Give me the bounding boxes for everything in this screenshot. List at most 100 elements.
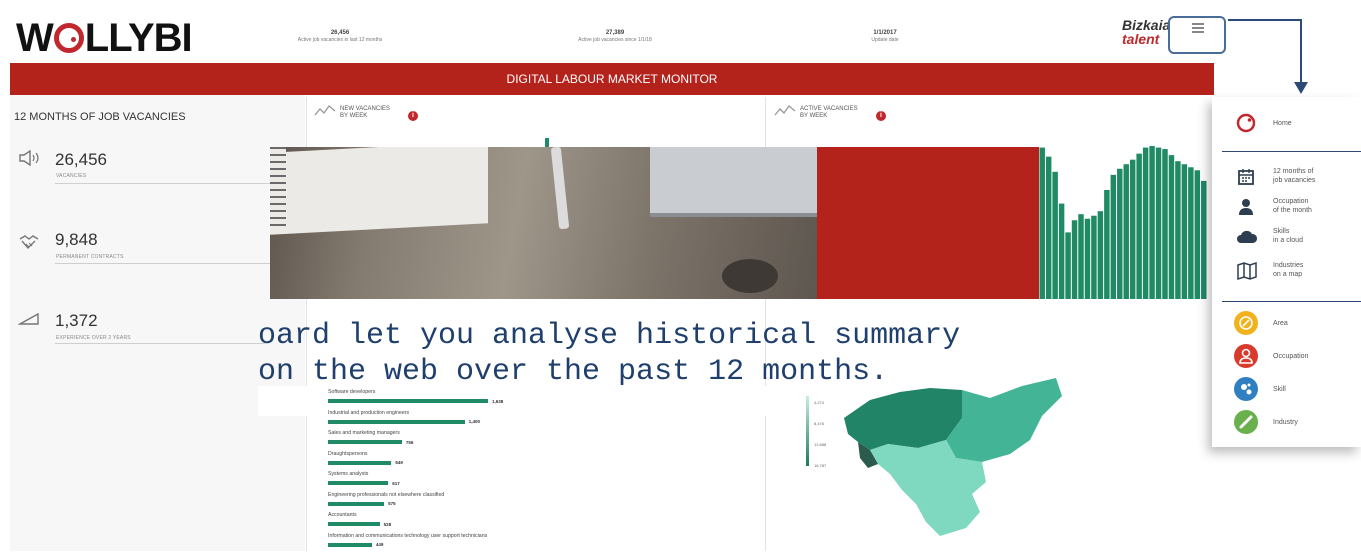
active-vacancy-bar[interactable] [1168,155,1175,299]
active-vacancy-bar[interactable] [1058,203,1065,299]
wollybi-logo[interactable]: W LLYBI [16,14,193,62]
coffee-cup-shape [722,259,778,293]
trend-icon [314,104,336,122]
active-vacancy-bar[interactable] [1201,180,1207,299]
active-vacancies-svg [1039,146,1207,299]
bizkaia-talent-logo: Bizkaia talent [1122,18,1170,46]
occupation-bar-label: Information and communications technolog… [328,532,488,539]
stat-value: 27,389 [605,30,625,36]
stat-value: 1/1/2017 [873,30,897,36]
stat-label: Active job vacancies in last 12 months [297,37,383,43]
occupation-bar[interactable] [328,440,402,444]
navigation-menu: Home 12 months of job vacancies Occupati… [1212,97,1361,447]
active-vacancy-bar[interactable] [1162,149,1168,299]
legend-label: 8,476 [814,421,825,426]
top-occupations-chart: Software developers 1,638 Industrial and p… [328,389,758,551]
occupation-bar[interactable] [328,522,380,526]
annotation-arrow-head-icon [1294,82,1308,94]
menu-item-label: Area [1273,320,1288,327]
megaphone-icon [18,149,40,171]
active-vacancy-bar[interactable] [1097,211,1104,299]
menu-item-label: 12 months of job vacancies [1273,168,1316,184]
info-icon[interactable]: i [876,111,886,121]
active-vacancy-bar[interactable] [1052,171,1058,299]
active-vacancy-bar[interactable] [1091,215,1097,299]
person-icon [1236,197,1256,217]
map-region-mid [946,378,1062,462]
legend-label: 16,787 [814,463,827,468]
active-vacancy-bar[interactable] [1071,220,1078,299]
menu-divider [1222,301,1361,302]
menu-item-skill[interactable]: Skill [1212,375,1361,403]
occupation-bar[interactable] [328,460,392,465]
menu-item-label: Occupation [1273,353,1309,360]
annotation-arrow-line [1228,19,1302,21]
menu-item-industry[interactable]: Industry [1212,408,1361,436]
active-vacancy-bar[interactable] [1129,159,1136,299]
logo-text-start: W [16,16,54,60]
occupation-bar[interactable] [328,501,385,506]
panel-title-line: BY WEEK [800,113,828,119]
kpi-value-permanent-contracts: 9,848 [55,230,98,249]
active-vacancy-bar[interactable] [1039,147,1045,299]
info-icon[interactable]: i [408,111,418,121]
active-vacancy-bar[interactable] [1142,147,1149,299]
kpi-label-permanent-contracts: PERMANENT CONTRACTS [56,254,124,260]
stairs-icon [17,312,40,331]
notebook-shape [270,147,488,235]
legend-label: 4,274 [814,400,825,405]
active-vacancy-bar[interactable] [1104,189,1110,299]
panel-title-line: BY WEEK [340,113,368,119]
active-vacancy-bar[interactable] [1149,146,1155,299]
cloud-icon [1236,227,1258,247]
active-vacancies-chart [1039,140,1207,299]
kpi-divider [55,263,270,264]
active-vacancy-bar[interactable] [1084,218,1091,299]
active-vacancy-bar[interactable] [1065,232,1071,299]
occupation-bar[interactable] [328,419,465,424]
map-legend-gradient [806,396,809,466]
occupation-bar[interactable] [328,542,372,547]
menu-item-12-months[interactable]: 12 months of job vacancies [1212,163,1361,191]
new-vacancies-bar-peak [545,138,549,147]
occupation-bar[interactable] [328,399,488,403]
active-vacancy-bar[interactable] [1123,164,1129,299]
kpi-label-experience: EXPERIENCE OVER 2 YEARS [56,335,131,341]
kpi-divider [55,183,270,184]
desk-photo [270,147,817,299]
menu-item-skills-cloud[interactable]: Skills in a cloud [1212,223,1361,251]
occupation-bar-value: 528 [383,521,392,527]
occupation-bar[interactable] [328,481,389,485]
active-vacancy-bar[interactable] [1078,214,1084,299]
menu-item-label: Skill [1273,386,1286,393]
active-vacancy-bar[interactable] [1155,147,1162,299]
menu-item-home[interactable]: Home [1212,109,1361,137]
left-panel-title: 12 MONTHS OF JOB VACANCIES [14,111,186,123]
occupation-bar-label: Industrial and production engineers [328,409,410,416]
active-vacancy-bar[interactable] [1045,156,1052,299]
legend-label: 12,688 [814,442,827,447]
pen-shape [550,147,570,230]
active-vacancy-bar[interactable] [1117,168,1123,299]
menu-item-label: Industries on a map [1273,262,1304,278]
active-vacancy-bar[interactable] [1181,164,1188,299]
active-vacancy-bar[interactable] [1175,161,1181,299]
active-vacancy-bar[interactable] [1188,167,1194,299]
active-vacancy-bar[interactable] [1136,153,1142,299]
active-vacancy-bar[interactable] [1110,174,1117,299]
active-vacancy-bar[interactable] [1194,170,1201,299]
brand-line-2: talent [1122,31,1160,47]
overlay-caption-line-1: oard let you analyse historical summary [258,319,961,353]
occupation-bar-label: Sales and marketing managers [328,430,400,436]
occupation-icon [1234,344,1258,368]
active-vacancies-title: ACTIVE VACANCIES BY WEEK [800,106,858,120]
menu-item-area[interactable]: Area [1212,309,1361,337]
stat-label: Active job vacancies since 1/1/18 [578,37,652,43]
menu-item-occupation[interactable]: Occupation [1212,342,1361,370]
logo-o-icon [53,23,84,53]
choropleth-map[interactable] [830,378,1070,553]
hamburger-menu-button[interactable] [1168,16,1226,54]
stat-vacancies-since: 27,389 Active job vacancies since 1/1/18 [560,30,670,44]
menu-item-industries-map[interactable]: Industries on a map [1212,257,1361,285]
menu-item-occupation-of-month[interactable]: Occupation of the month [1212,193,1361,221]
